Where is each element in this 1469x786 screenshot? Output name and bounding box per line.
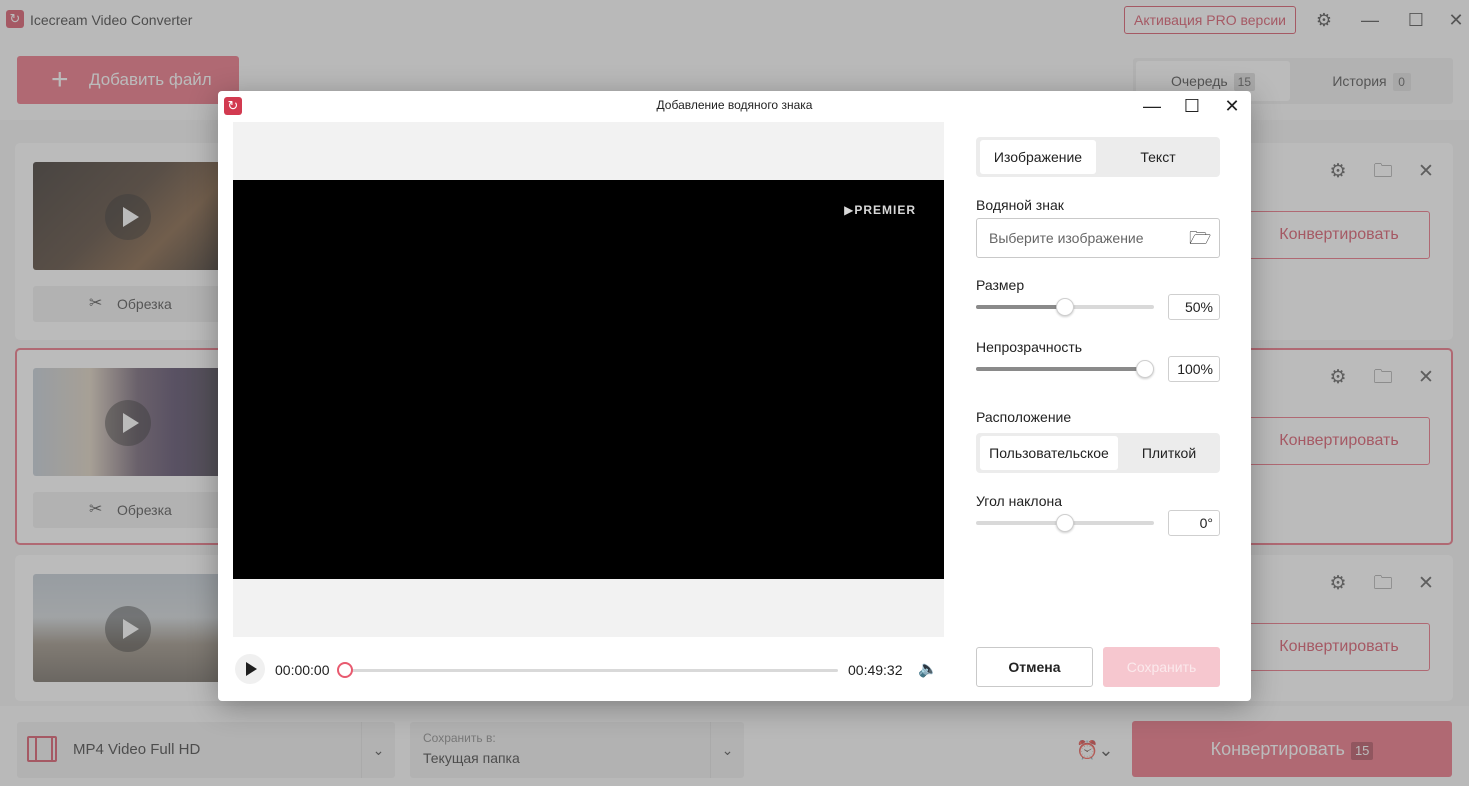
- folder-open-icon[interactable]: 🗁: [1189, 227, 1211, 249]
- tab-custom-position[interactable]: Пользовательское: [980, 436, 1118, 470]
- size-slider-fill: [976, 305, 1065, 309]
- watermark-dialog: ↻ Добавление водяного знака — ☐ ✕ ▶PREMI…: [218, 91, 1251, 701]
- opacity-slider-handle[interactable]: [1136, 360, 1154, 378]
- opacity-value-input[interactable]: 100%: [1168, 356, 1220, 382]
- position-label: Расположение: [976, 409, 1072, 425]
- opacity-slider[interactable]: [976, 367, 1154, 371]
- opacity-slider-fill: [976, 367, 1145, 371]
- opacity-label: Непрозрачность: [976, 339, 1083, 355]
- play-icon[interactable]: [235, 654, 265, 684]
- watermark-image-placeholder: Выберите изображение: [989, 230, 1144, 246]
- save-button[interactable]: Сохранить: [1103, 647, 1220, 687]
- video-frame[interactable]: ▶PREMIER: [233, 180, 944, 579]
- volume-icon[interactable]: 🔈: [918, 657, 940, 683]
- seek-bar[interactable]: [344, 669, 838, 672]
- video-preview: ▶PREMIER: [233, 122, 944, 637]
- close-icon[interactable]: ✕: [1218, 93, 1246, 119]
- cancel-button[interactable]: Отмена: [976, 647, 1093, 687]
- size-slider-handle[interactable]: [1056, 298, 1074, 316]
- watermark-image-input[interactable]: Выберите изображение 🗁: [976, 218, 1220, 258]
- current-time: 00:00:00: [275, 662, 330, 678]
- watermark-label: Водяной знак: [976, 197, 1064, 213]
- video-overlay-text: ▶PREMIER: [844, 203, 916, 217]
- angle-slider-handle[interactable]: [1056, 514, 1074, 532]
- angle-label: Угол наклона: [976, 493, 1063, 509]
- tab-tile-position[interactable]: Плиткой: [1122, 436, 1216, 470]
- tab-text[interactable]: Текст: [1100, 140, 1216, 174]
- watermark-settings: Изображение Текст Водяной знак Выберите …: [976, 91, 1222, 701]
- size-label: Размер: [976, 277, 1025, 293]
- size-value-input[interactable]: 50%: [1168, 294, 1220, 320]
- seek-handle[interactable]: [337, 662, 353, 678]
- watermark-type-tabs: Изображение Текст: [976, 137, 1220, 177]
- position-mode-tabs: Пользовательское Плиткой: [976, 433, 1220, 473]
- angle-value-input[interactable]: 0°: [1168, 510, 1220, 536]
- duration: 00:49:32: [848, 662, 903, 678]
- tab-image[interactable]: Изображение: [980, 140, 1096, 174]
